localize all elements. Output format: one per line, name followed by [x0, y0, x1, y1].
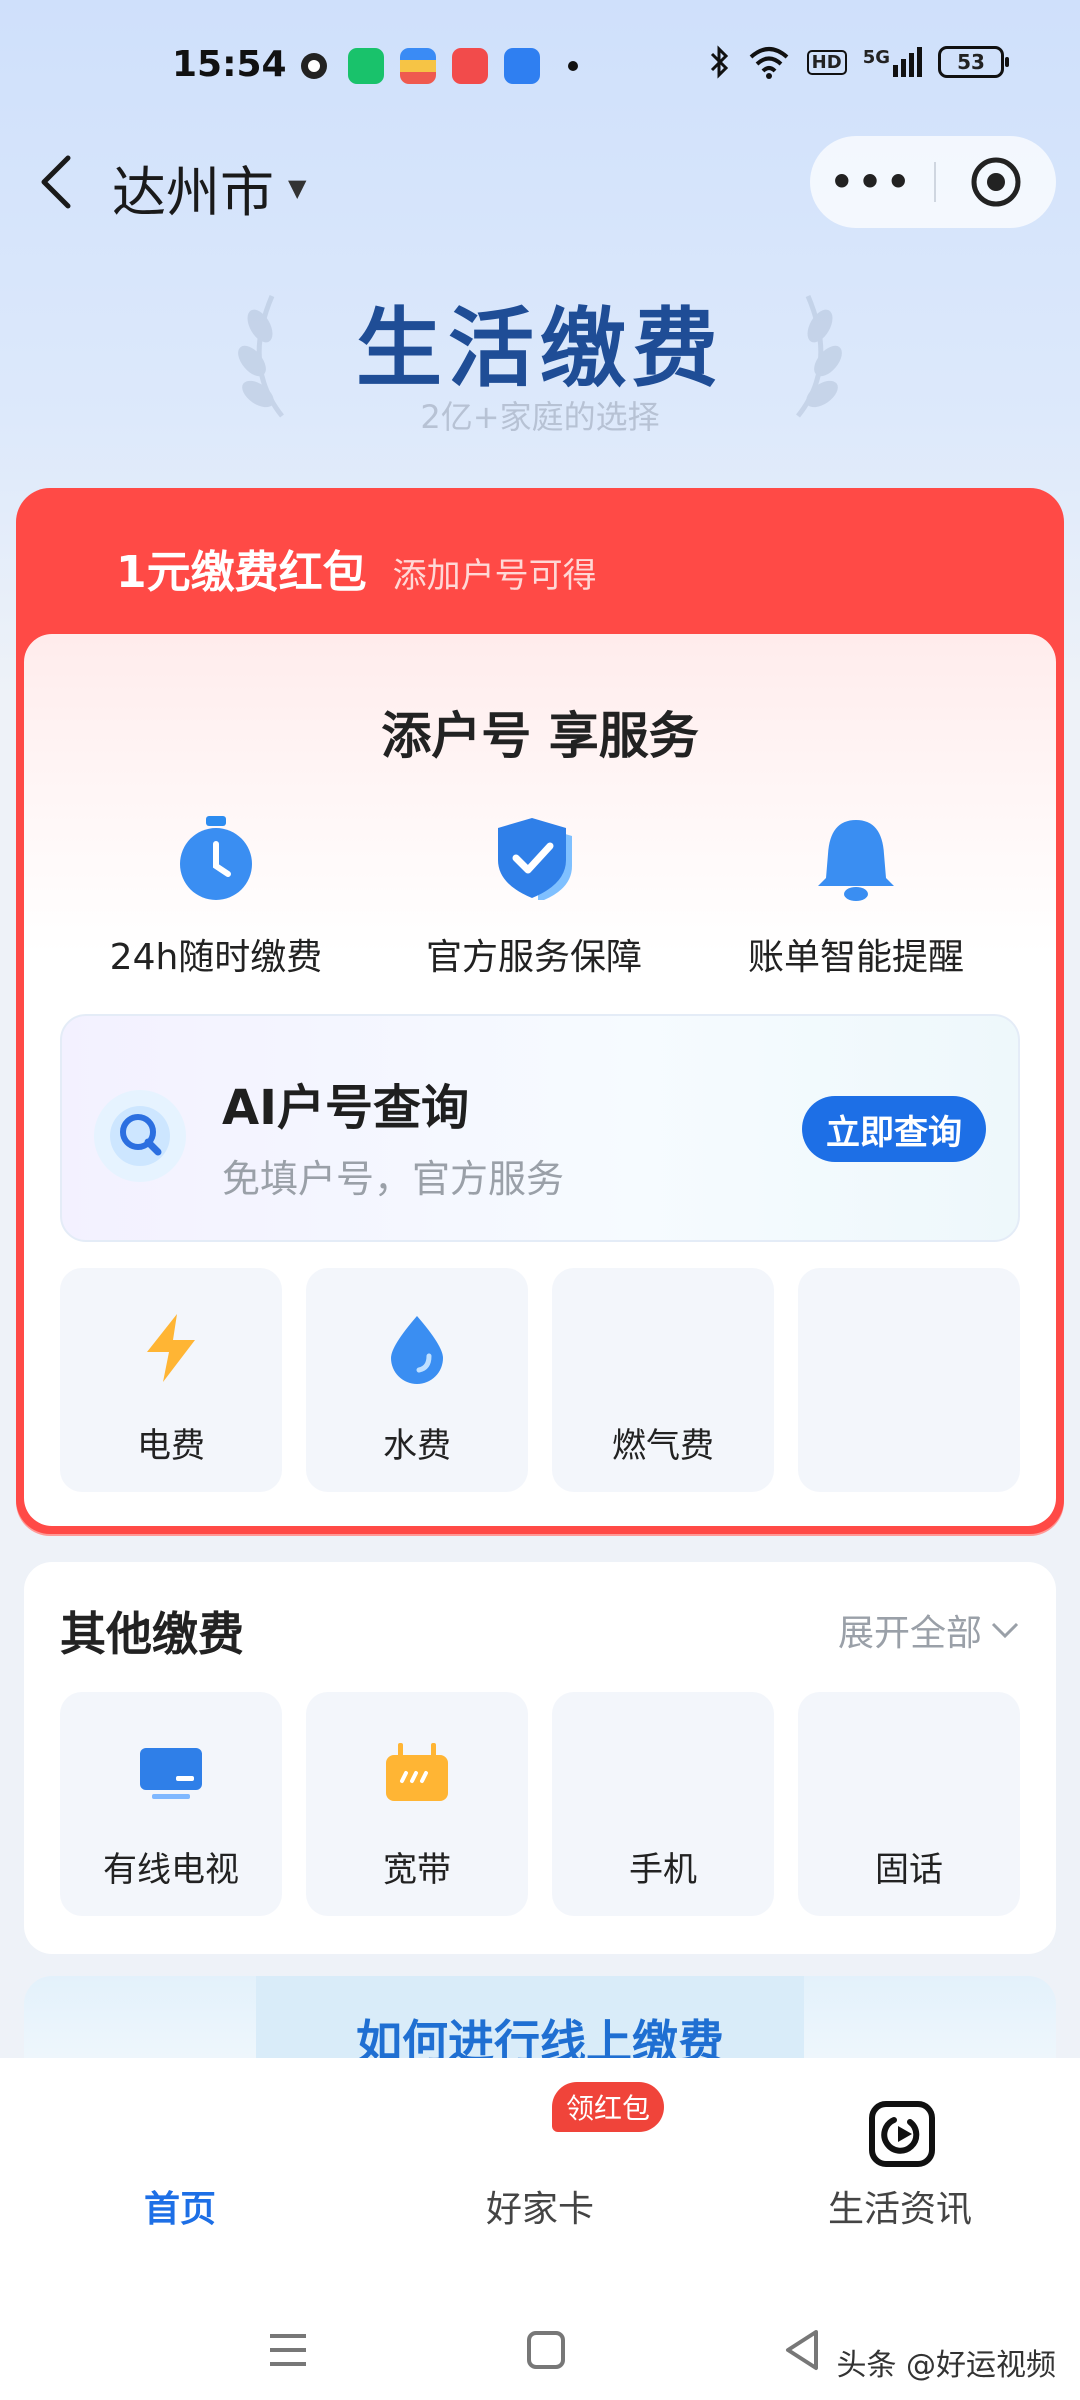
back-arrow-icon[interactable]: [32, 150, 82, 214]
tile-electricity[interactable]: 电费: [60, 1268, 282, 1492]
tv-icon: [140, 1748, 202, 1799]
tile-label: 电费: [137, 1426, 205, 1466]
feature-24h: 24h随时缴费: [66, 812, 366, 980]
ai-query-subtitle: 免填户号，官方服务: [222, 1157, 565, 1201]
feature-label: 官方服务保障: [425, 937, 642, 978]
wallet-app-icon: [400, 48, 436, 84]
browser-app-icon: [504, 48, 540, 84]
tab-home[interactable]: 首页: [30, 2180, 330, 2232]
tab-life-news[interactable]: 生活资讯: [750, 2180, 1050, 2232]
tile-label: 固话: [875, 1850, 943, 1890]
shield-check-icon: [498, 818, 572, 900]
tile-water[interactable]: 水费: [306, 1268, 528, 1492]
feature-label: 24h随时缴费: [109, 937, 323, 978]
mini-program-capsule: •••: [810, 136, 1056, 228]
tile-label: 宽带: [383, 1850, 451, 1890]
close-target-icon[interactable]: [936, 136, 1056, 228]
video-app-icon: [452, 48, 488, 84]
phone-app-icon: [348, 48, 384, 84]
promo-banner[interactable]: 1元缴费红包 添加户号可得: [116, 536, 597, 600]
page-title: 生活缴费: [356, 299, 724, 399]
status-bar: 15:54 HD 5G 53: [0, 0, 1080, 130]
home-square-icon[interactable]: [526, 2330, 566, 2370]
expand-all-label: 展开全部: [837, 1613, 982, 1654]
query-now-button[interactable]: 立即查询: [802, 1096, 986, 1162]
more-notifications-dot: [568, 61, 578, 71]
tile-empty: [798, 1268, 1020, 1492]
back-triangle-icon[interactable]: [782, 2328, 822, 2372]
menu-icon[interactable]: [268, 2332, 308, 2368]
promo-title: 1元缴费红包: [116, 547, 367, 598]
other-payments-title: 其他缴费: [60, 1607, 244, 1661]
hd-icon: HD: [806, 49, 847, 75]
tile-gas[interactable]: 燃气费: [552, 1268, 774, 1492]
feature-official: 官方服务保障: [384, 812, 684, 980]
bluetooth-icon: [710, 45, 728, 79]
tile-mobile[interactable]: 手机: [552, 1692, 774, 1916]
wifi-icon: [749, 47, 788, 79]
watermark: 头条 @好运视频: [836, 2348, 1056, 2383]
lightning-icon: [147, 1314, 195, 1382]
clock-icon: [180, 816, 252, 900]
water-drop-icon: [391, 1316, 443, 1384]
red-packet-badge: 领红包: [552, 2082, 664, 2132]
add-account-title: 添户号 享服务: [381, 707, 699, 765]
video-play-icon[interactable]: [868, 2100, 936, 2168]
chevron-down-icon: [991, 1622, 1019, 1639]
tile-broadband[interactable]: 宽带: [306, 1692, 528, 1916]
promo-subtitle: 添加户号可得: [392, 556, 597, 596]
broadband-icon: [386, 1743, 448, 1801]
status-time: 15:54: [172, 44, 287, 85]
gear-bot-icon: [301, 53, 327, 79]
tab-family-card[interactable]: 好家卡: [390, 2180, 690, 2232]
feature-label: 账单智能提醒: [747, 937, 964, 978]
ai-query-title: AI户号查询: [222, 1080, 470, 1136]
tile-label: 有线电视: [103, 1850, 239, 1890]
caret-down-icon: ▼: [288, 173, 307, 202]
bell-icon: [818, 820, 894, 901]
notification-icons: [296, 48, 578, 84]
status-indicators: HD 5G 53: [707, 44, 1009, 80]
ai-search-icon: [94, 1090, 186, 1182]
city-name: 达州市: [112, 161, 274, 224]
expand-all-button[interactable]: 展开全部: [838, 1604, 1020, 1656]
tile-label: 水费: [383, 1426, 451, 1466]
city-selector[interactable]: 达州市 ▼: [112, 148, 306, 227]
battery-indicator: 53: [938, 46, 1009, 78]
tile-label: 手机: [629, 1850, 697, 1890]
tile-cable-tv[interactable]: 有线电视: [60, 1692, 282, 1916]
feature-reminder: 账单智能提醒: [706, 812, 1006, 980]
signal-icon: 5G: [863, 47, 922, 77]
more-dots-icon[interactable]: •••: [810, 160, 934, 204]
page-subtitle: 2亿+家庭的选择: [420, 398, 660, 436]
tile-label: 燃气费: [612, 1426, 714, 1466]
tile-landline[interactable]: 固话: [798, 1692, 1020, 1916]
